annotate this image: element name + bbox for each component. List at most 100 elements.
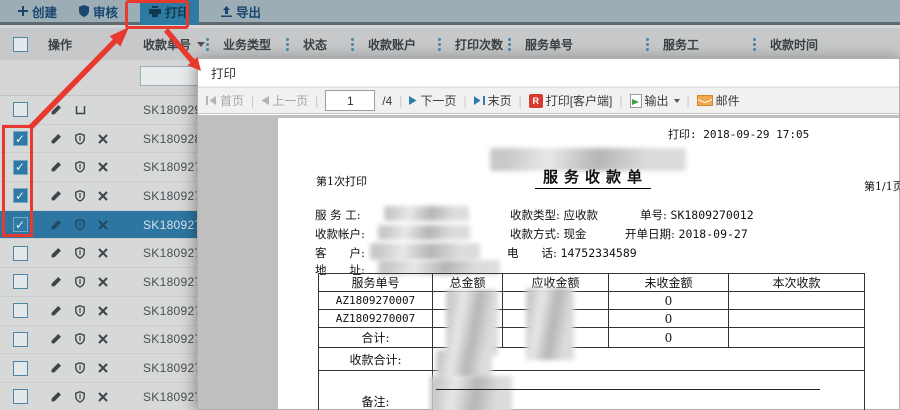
mail-button[interactable]: 邮件: [697, 92, 740, 109]
doc-table-header-cell: 服务单号: [319, 274, 433, 292]
column-menu-icon[interactable]: [351, 38, 354, 41]
delete-icon[interactable]: [98, 162, 108, 172]
doc-total-row: 合计:0: [319, 328, 865, 348]
doc-remark-redacted: [430, 376, 512, 410]
plus-icon: [18, 6, 28, 16]
edit-icon[interactable]: [50, 276, 62, 288]
create-button[interactable]: 创建: [18, 2, 57, 21]
receipt-no-filter-input[interactable]: [140, 66, 198, 86]
audit-shield-icon[interactable]: [75, 276, 85, 288]
mail-icon: [697, 95, 713, 106]
column-header-print-count[interactable]: 打印次数: [447, 28, 517, 60]
doc-remark-row: 备注:: [319, 371, 865, 410]
row-checkbox[interactable]: [13, 160, 28, 175]
edit-icon[interactable]: [50, 161, 62, 173]
print-button[interactable]: 打印: [140, 0, 199, 25]
row-checkbox[interactable]: [13, 188, 28, 203]
audit-shield-icon[interactable]: [75, 247, 85, 259]
audit-shield-icon[interactable]: [75, 161, 85, 173]
export-button-label: 导出: [236, 2, 261, 21]
select-all-checkbox[interactable]: [13, 37, 28, 52]
column-menu-icon[interactable]: [438, 38, 441, 41]
column-header-service-order-no[interactable]: 服务单号: [517, 28, 655, 60]
export-button[interactable]: 导出: [221, 2, 261, 21]
box-icon[interactable]: [75, 105, 86, 115]
column-header-receipt-account[interactable]: 收款账户: [360, 28, 447, 60]
doc-order-date-label: 开单日期:: [625, 227, 675, 241]
print-client-button[interactable]: R 打印[客户端]: [529, 92, 613, 109]
row-checkbox[interactable]: [13, 274, 28, 289]
doc-page-no: 第1/1页: [864, 178, 900, 194]
edit-icon[interactable]: [50, 104, 62, 116]
audit-shield-icon[interactable]: [75, 305, 85, 317]
doc-table-row: AZ18092700070: [319, 310, 865, 328]
doc-order-date: 2018-09-27: [679, 227, 748, 241]
column-header-status[interactable]: 状态: [295, 28, 360, 60]
audit-shield-icon[interactable]: [75, 362, 85, 374]
edit-icon[interactable]: [50, 333, 62, 345]
page-number-input[interactable]: [325, 90, 375, 111]
row-checkbox[interactable]: [13, 102, 28, 117]
create-button-label: 创建: [32, 2, 57, 21]
edit-icon[interactable]: [50, 190, 62, 202]
edit-icon[interactable]: [50, 133, 62, 145]
column-header-receipt-no[interactable]: 收款单号: [135, 28, 215, 60]
row-checkbox[interactable]: [13, 217, 28, 232]
delete-icon[interactable]: [98, 134, 108, 144]
column-menu-icon[interactable]: [286, 38, 289, 41]
column-header-operation[interactable]: 操作: [40, 28, 135, 60]
edit-icon[interactable]: [50, 247, 62, 259]
delete-icon[interactable]: [98, 363, 108, 373]
output-icon: [630, 94, 642, 108]
audit-shield-icon[interactable]: [75, 391, 85, 403]
delete-icon[interactable]: [98, 277, 108, 287]
doc-amount-redacted: [446, 290, 498, 356]
column-header-receipt-time[interactable]: 收款时间: [762, 28, 900, 60]
first-page-icon: [206, 96, 217, 105]
row-checkbox[interactable]: [13, 246, 28, 261]
delete-icon[interactable]: [98, 392, 108, 402]
audit-shield-icon[interactable]: [75, 219, 85, 231]
audit-shield-icon[interactable]: [75, 133, 85, 145]
upload-icon: [221, 6, 232, 17]
delete-icon[interactable]: [98, 334, 108, 344]
row-checkbox[interactable]: [13, 131, 28, 146]
delete-icon[interactable]: [98, 248, 108, 258]
row-checkbox[interactable]: [13, 361, 28, 376]
row-checkbox[interactable]: [13, 389, 28, 404]
doc-unpaid-cell: 0: [609, 292, 729, 310]
delete-icon[interactable]: [98, 191, 108, 201]
column-menu-icon[interactable]: [646, 38, 649, 41]
prev-page-button[interactable]: 上一页: [261, 92, 308, 109]
next-page-button[interactable]: 下一页: [409, 92, 456, 109]
edit-icon[interactable]: [50, 362, 62, 374]
audit-shield-icon[interactable]: [75, 333, 85, 345]
column-menu-icon[interactable]: [206, 38, 209, 41]
doc-table-header-cell: 本次收款: [729, 274, 865, 292]
doc-receipt-account-label: 收款帐户:: [315, 226, 365, 242]
last-page-button[interactable]: 末页: [474, 92, 512, 109]
doc-order-no: SK1809270012: [671, 208, 754, 222]
delete-icon[interactable]: [98, 306, 108, 316]
doc-receipt-method-label: 收款方式:: [510, 227, 560, 241]
audit-shield-icon[interactable]: [75, 190, 85, 202]
main-toolbar: 创建 审核 打印 导出: [0, 0, 900, 25]
output-button[interactable]: 输出: [630, 92, 680, 109]
row-checkbox[interactable]: [13, 332, 28, 347]
doc-remark-label: 备注:: [319, 371, 433, 410]
doc-print-count: 第1次打印: [316, 173, 367, 189]
first-page-button[interactable]: 首页: [206, 92, 244, 109]
edit-icon[interactable]: [50, 305, 62, 317]
edit-icon[interactable]: [50, 391, 62, 403]
grid-header-row: 操作 收款单号 业务类型 状态 收款账户 打印次数 服务单号 服务工: [0, 28, 900, 60]
audit-button[interactable]: 审核: [79, 2, 118, 21]
prev-page-icon: [261, 96, 269, 105]
delete-icon[interactable]: [98, 220, 108, 230]
edit-icon[interactable]: [50, 219, 62, 231]
row-checkbox[interactable]: [13, 303, 28, 318]
column-menu-icon[interactable]: [753, 38, 756, 41]
column-menu-icon[interactable]: [508, 38, 511, 41]
print-dialog: 打印 首页 | 上一页 | /4 | 下一页 | 末页: [197, 58, 900, 410]
column-header-business-type[interactable]: 业务类型: [215, 28, 295, 60]
column-header-service-worker[interactable]: 服务工: [655, 28, 762, 60]
